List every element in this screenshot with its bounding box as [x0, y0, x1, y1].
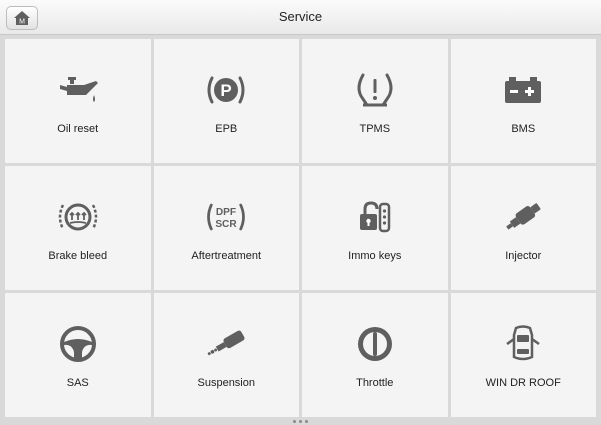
tile-injector[interactable]: Injector	[450, 166, 596, 290]
tile-throttle[interactable]: Throttle	[302, 293, 448, 417]
tile-win-dr-roof[interactable]: WIN DR ROOF	[450, 293, 596, 417]
tile-label: WIN DR ROOF	[485, 377, 561, 389]
scr-text: SCR	[216, 219, 238, 230]
suspension-shock-icon	[203, 321, 249, 367]
throttle-body-icon	[352, 321, 398, 367]
handle-dot	[304, 420, 308, 423]
immobilizer-key-icon	[352, 194, 398, 240]
tile-tpms[interactable]: TPMS	[302, 39, 448, 163]
tile-bms[interactable]: BMS	[450, 39, 596, 163]
injector-icon	[500, 194, 546, 240]
tile-label: Aftertreatment	[191, 250, 262, 262]
drag-handle[interactable]	[282, 418, 318, 425]
tile-brake-bleed[interactable]: Brake bleed	[5, 166, 151, 290]
svg-text:P: P	[221, 81, 232, 100]
oil-can-icon	[55, 67, 101, 113]
tile-oil-reset[interactable]: Oil reset	[5, 39, 151, 163]
dpf-text: DPF	[216, 207, 236, 218]
parking-brake-icon: P	[203, 67, 249, 113]
service-grid: Oil reset P EPB TPMS BMS Brake bleed DPF…	[5, 39, 596, 417]
tile-label: Suspension	[197, 377, 256, 389]
tile-aftertreatment[interactable]: DPF SCR Aftertreatment	[153, 166, 299, 290]
tile-sas[interactable]: SAS	[5, 293, 151, 417]
car-doors-icon	[500, 321, 546, 367]
brake-bleed-icon	[55, 194, 101, 240]
dpf-scr-icon: DPF SCR	[203, 194, 249, 240]
tile-label: Injector	[505, 250, 542, 262]
tile-immo-keys[interactable]: Immo keys	[302, 166, 448, 290]
tile-label: Immo keys	[348, 250, 402, 262]
tile-label: BMS	[511, 123, 536, 135]
tile-label: Oil reset	[57, 123, 99, 135]
steering-wheel-icon	[55, 321, 101, 367]
tile-suspension[interactable]: Suspension	[153, 293, 299, 417]
tile-epb[interactable]: P EPB	[153, 39, 299, 163]
page-title: Service	[278, 9, 323, 24]
handle-dot	[298, 420, 302, 423]
top-bar: M Service	[0, 0, 601, 35]
tile-label: Brake bleed	[48, 250, 108, 262]
handle-dot	[292, 420, 296, 423]
tile-label: Throttle	[356, 377, 394, 389]
tile-label: EPB	[215, 123, 238, 135]
tile-label: TPMS	[359, 123, 391, 135]
battery-icon	[500, 67, 546, 113]
tire-pressure-icon	[352, 67, 398, 113]
tile-label: SAS	[66, 377, 89, 389]
